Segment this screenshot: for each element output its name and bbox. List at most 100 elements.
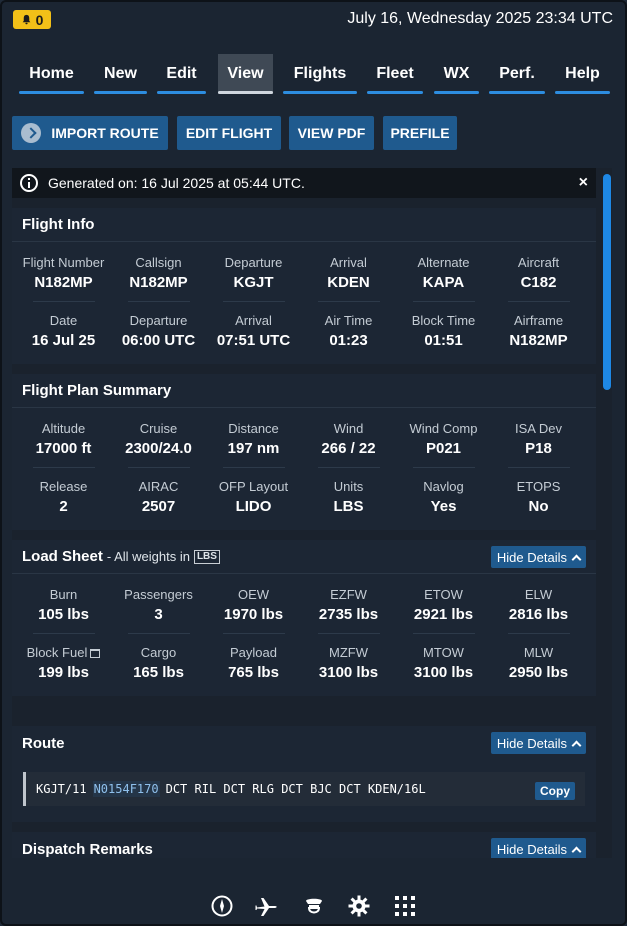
route-string[interactable]: KGJT/11 N0154F170 DCT RIL DCT RLG DCT BJ… — [23, 772, 585, 806]
dispatch-header: Dispatch Remarks Hide Details — [12, 832, 596, 858]
apps-grid-icon[interactable] — [393, 894, 417, 918]
tab-new[interactable]: New — [94, 54, 147, 94]
summary-release: Release 2 — [16, 479, 111, 517]
import-route-label: IMPORT ROUTE — [51, 125, 159, 141]
view-pdf-button[interactable]: VIEW PDF — [289, 116, 374, 150]
info-arrival: Arrival KDEN — [301, 255, 396, 302]
info-flight-number: Flight Number N182MP — [16, 255, 111, 302]
tab-perf[interactable]: Perf. — [489, 54, 545, 94]
dispatch-hide-details-button[interactable]: Hide Details — [490, 838, 586, 858]
label: OFP Layout — [218, 479, 289, 494]
route-hide-details-button[interactable]: Hide Details — [490, 732, 586, 754]
divider — [222, 633, 285, 634]
summary-airac: AIRAC 2507 — [111, 479, 206, 517]
label: Callsign — [135, 255, 182, 270]
label: ETOW — [424, 587, 463, 602]
label: ISA Dev — [515, 421, 562, 436]
value: 2 — [59, 498, 68, 515]
label: Payload — [230, 645, 277, 660]
value: 06:00 UTC — [121, 332, 196, 349]
unit-tag: LBS — [193, 549, 220, 564]
tab-home[interactable]: Home — [19, 54, 84, 94]
value: 2507 — [141, 498, 176, 515]
gear-icon[interactable] — [347, 894, 371, 918]
fuel-cup-icon[interactable] — [90, 649, 101, 659]
divider — [412, 633, 475, 634]
load-block-fuel: Block Fuel 199 lbs — [16, 645, 111, 683]
label: MLW — [523, 645, 554, 660]
label: Flight Number — [22, 255, 105, 270]
tab-flights[interactable]: Flights — [283, 54, 357, 94]
value: 105 lbs — [38, 606, 89, 623]
info-icon — [20, 174, 38, 192]
dispatch-title: Dispatch Remarks — [22, 840, 153, 858]
route-card: Route Hide Details KGJT/11 N0154F170 DCT… — [12, 726, 596, 822]
pilot-icon[interactable] — [302, 894, 326, 918]
label: Cargo — [140, 645, 177, 660]
value: 2735 lbs — [318, 606, 379, 623]
plan-summary-title: Flight Plan Summary — [12, 374, 596, 408]
tab-help[interactable]: Help — [555, 54, 610, 94]
copy-route-button[interactable]: Copy — [535, 782, 575, 800]
label: Block Time — [411, 313, 476, 328]
load-burn: Burn 105 lbs — [16, 587, 111, 634]
compass-icon[interactable] — [210, 894, 234, 918]
close-icon[interactable]: × — [579, 174, 588, 192]
label: Alternate — [417, 255, 470, 270]
load-cargo: Cargo 165 lbs — [111, 645, 206, 683]
load-passengers: Passengers 3 — [111, 587, 206, 634]
load-sheet-hide-details-button[interactable]: Hide Details — [490, 546, 586, 568]
value: Yes — [430, 498, 457, 515]
divider — [412, 467, 475, 468]
edit-flight-button[interactable]: EDIT FLIGHT — [177, 116, 281, 150]
tab-edit[interactable]: Edit — [157, 54, 206, 94]
divider — [317, 633, 380, 634]
label: AIRAC — [138, 479, 179, 494]
notifications-badge[interactable]: 0 — [13, 10, 51, 29]
value: KAPA — [422, 274, 465, 291]
label: Arrival — [235, 313, 272, 328]
tab-fleet[interactable]: Fleet — [367, 54, 423, 94]
status-bar: 0 July 16, Wednesday 2025 23:34 UTC — [0, 0, 627, 40]
info-departure: Departure KGJT — [206, 255, 301, 302]
hide-details-label: Hide Details — [496, 841, 567, 857]
dispatch-remarks-card: Dispatch Remarks Hide Details — [12, 832, 596, 858]
info-callsign: Callsign N182MP — [111, 255, 206, 302]
load-mlw: MLW 2950 lbs — [491, 645, 586, 683]
route-title: Route — [22, 734, 65, 752]
chevron-up-icon — [571, 846, 582, 856]
generated-text: Generated on: 16 Jul 2025 at 05:44 UTC. — [48, 175, 305, 191]
value: 01:23 — [329, 332, 368, 349]
load-payload: Payload 765 lbs — [206, 645, 301, 683]
tab-wx[interactable]: WX — [434, 54, 479, 94]
chevron-up-icon — [571, 740, 582, 750]
value: N182MP — [129, 274, 188, 291]
divider — [317, 467, 380, 468]
value: 2816 lbs — [508, 606, 569, 623]
load-sheet-card: Load Sheet - All weights in LBS Hide Det… — [12, 540, 596, 696]
info-block-time: Block Time 01:51 — [396, 313, 491, 351]
label: ETOPS — [516, 479, 561, 494]
load-mzfw: MZFW 3100 lbs — [301, 645, 396, 683]
scrollbar-thumb[interactable] — [603, 174, 611, 390]
label: Burn — [49, 587, 78, 602]
value: 3100 lbs — [318, 664, 379, 681]
value: 266 / 22 — [321, 440, 376, 457]
prefile-button[interactable]: PREFILE — [383, 116, 457, 150]
value: 199 lbs — [38, 664, 89, 681]
airplane-icon[interactable] — [255, 894, 279, 918]
flight-details-scroll-area[interactable]: Generated on: 16 Jul 2025 at 05:44 UTC. … — [12, 168, 612, 858]
generated-notice: Generated on: 16 Jul 2025 at 05:44 UTC. … — [12, 168, 596, 198]
tab-view[interactable]: View — [218, 54, 273, 94]
route-waypoints: DCT RIL DCT RLG DCT BJC DCT KDEN/16L — [165, 782, 426, 796]
label: Units — [333, 479, 364, 494]
route-origin: KGJT/11 — [36, 782, 87, 796]
value: 17000 ft — [35, 440, 92, 457]
label: Release — [39, 479, 88, 494]
route-header: Route Hide Details — [12, 726, 596, 760]
divider — [507, 301, 570, 302]
flight-info-title-text: Flight Info — [22, 216, 95, 233]
label: Distance — [228, 421, 279, 436]
divider — [507, 467, 570, 468]
import-route-button[interactable]: IMPORT ROUTE — [12, 116, 168, 150]
